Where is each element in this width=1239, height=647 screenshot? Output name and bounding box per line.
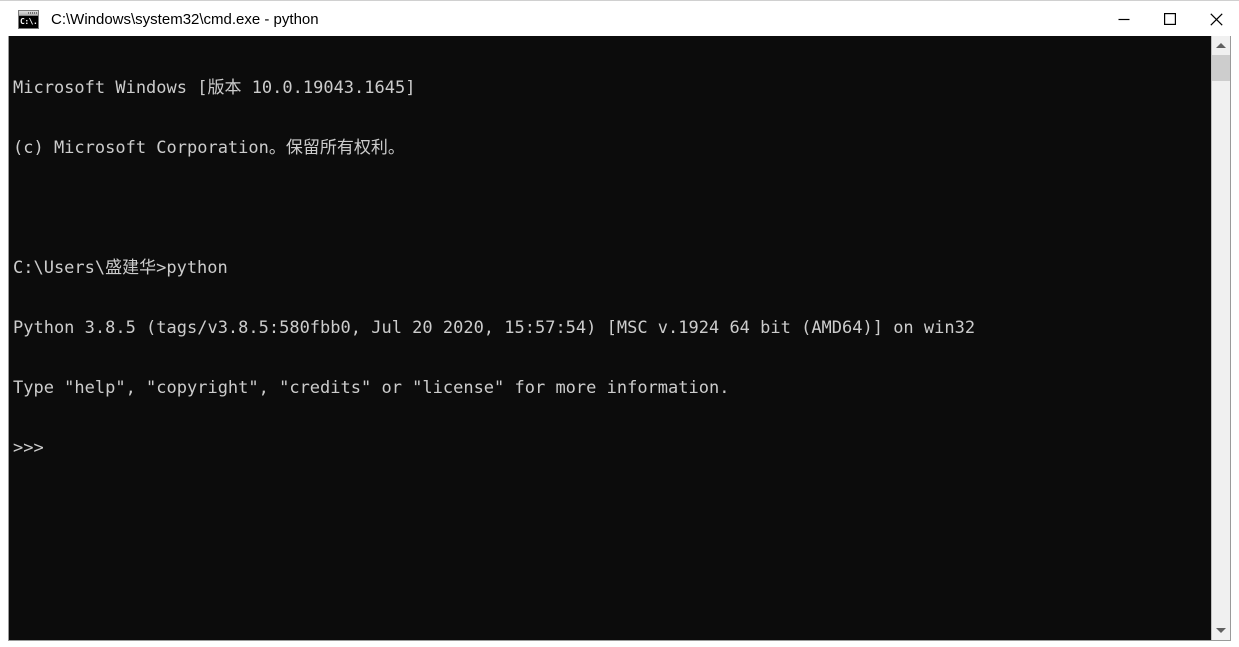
console-line: (c) Microsoft Corporation。保留所有权利。 (13, 138, 405, 158)
scrollbar-track[interactable] (1212, 55, 1230, 621)
window-title: C:\Windows\system32\cmd.exe - python (51, 10, 319, 28)
chevron-down-icon (1216, 628, 1226, 633)
console-output[interactable]: Microsoft Windows [版本 10.0.19043.1645] (… (9, 36, 1211, 640)
scrollbar-thumb[interactable] (1212, 55, 1230, 81)
minimize-icon (1118, 18, 1130, 21)
cmd-console-window[interactable]: C:\. C:\Windows\system32\cmd.exe - pytho… (0, 0, 1239, 641)
chevron-up-icon (1216, 43, 1226, 48)
cmd-icon-screen: C:\. (19, 15, 38, 28)
scroll-up-button[interactable] (1212, 36, 1230, 55)
scroll-down-button[interactable] (1212, 621, 1230, 640)
maximize-icon (1164, 13, 1176, 25)
close-icon (1209, 12, 1223, 26)
vertical-scrollbar[interactable] (1211, 36, 1230, 640)
screen: 目 @ 应 cn vs 录 wi 亡 比 C:\. C:\Windows\sys… (0, 0, 1239, 647)
console-prompt-line: >>> (13, 438, 44, 458)
page-bottom-spacer (0, 641, 1239, 647)
minimize-button[interactable] (1101, 1, 1147, 37)
maximize-button[interactable] (1147, 1, 1193, 37)
console-line: Type "help", "copyright", "credits" or "… (13, 378, 730, 398)
caption-buttons (1101, 1, 1239, 37)
titlebar-left-group: C:\. C:\Windows\system32\cmd.exe - pytho… (0, 9, 1101, 29)
window-titlebar[interactable]: C:\. C:\Windows\system32\cmd.exe - pytho… (0, 0, 1239, 37)
console-line: C:\Users\盛建华>python (13, 258, 228, 278)
close-button[interactable] (1193, 1, 1239, 37)
console-client-area[interactable]: Microsoft Windows [版本 10.0.19043.1645] (… (8, 36, 1231, 641)
console-line: Microsoft Windows [版本 10.0.19043.1645] (13, 78, 416, 98)
cmd-icon[interactable]: C:\. (18, 9, 39, 29)
console-line: Python 3.8.5 (tags/v3.8.5:580fbb0, Jul 2… (13, 318, 976, 338)
